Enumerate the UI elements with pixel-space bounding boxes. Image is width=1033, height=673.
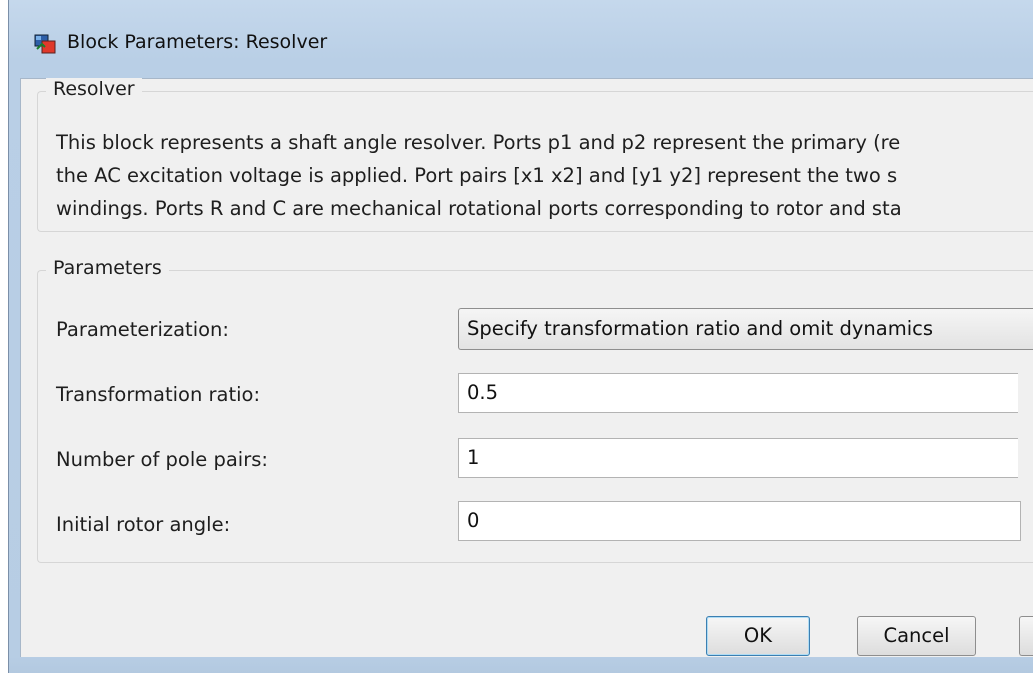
description-line: the AC excitation voltage is applied. Po…: [56, 164, 898, 187]
description-group: Resolver This block represents a shaft a…: [37, 78, 1033, 232]
description-line: windings. Ports R and C are mechanical r…: [56, 197, 902, 220]
transformation-ratio-input[interactable]: 0.5: [458, 373, 1018, 413]
simulink-block-icon: [33, 32, 57, 56]
dialog-client-area: Resolver This block represents a shaft a…: [20, 78, 1033, 658]
pole-pairs-input[interactable]: 1: [458, 438, 1018, 478]
initial-rotor-angle-input[interactable]: 0: [458, 501, 1021, 541]
ok-button[interactable]: OK: [706, 616, 810, 656]
description-group-legend: Resolver: [46, 78, 142, 100]
parameterization-label: Parameterization:: [56, 318, 229, 341]
pole-pairs-label: Number of pole pairs:: [56, 448, 268, 471]
parameterization-dropdown[interactable]: Specify transformation ratio and omit dy…: [458, 308, 1033, 350]
help-button[interactable]: [1019, 616, 1033, 656]
window-title: Block Parameters: Resolver: [67, 31, 328, 53]
parameters-group-legend: Parameters: [46, 257, 169, 279]
transformation-ratio-label: Transformation ratio:: [56, 383, 261, 406]
window-bottom-border: [9, 657, 1033, 673]
block-description: This block represents a shaft angle reso…: [56, 126, 902, 225]
parameters-group: Parameters Parameterization: Specify tra…: [37, 257, 1033, 563]
description-line: This block represents a shaft angle reso…: [56, 131, 901, 154]
initial-rotor-angle-label: Initial rotor angle:: [56, 513, 231, 536]
cancel-button[interactable]: Cancel: [857, 616, 976, 656]
dialog-window: Block Parameters: Resolver Resolver This…: [8, 0, 1033, 673]
title-bar[interactable]: Block Parameters: Resolver: [9, 0, 1033, 78]
